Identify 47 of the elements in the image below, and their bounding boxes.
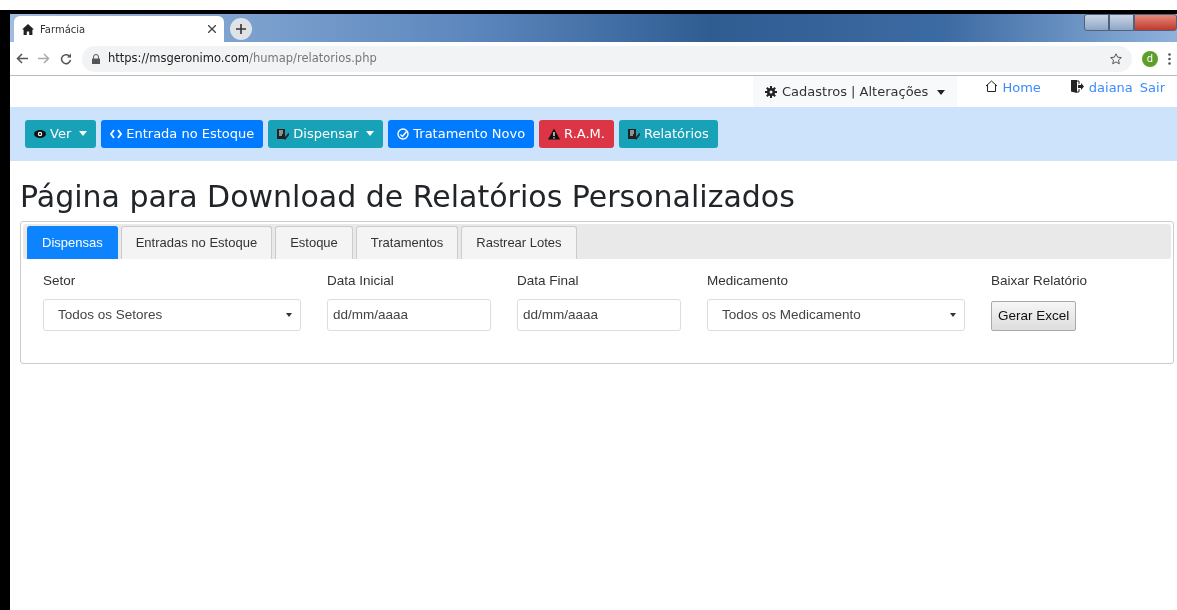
plus-icon (236, 24, 246, 34)
date-field[interactable]: dd/mm/aaaa (517, 298, 681, 331)
report-tab[interactable]: Estoque (275, 226, 353, 259)
gear-icon (765, 85, 778, 98)
caret-icon (950, 312, 956, 317)
checklist-icon (277, 128, 290, 140)
warning-icon (548, 128, 561, 140)
star-icon[interactable] (1110, 52, 1122, 65)
url-text: https://msgeronimo.com/humap/relatorios.php (108, 49, 377, 67)
toolbar-button[interactable]: R.A.M. (539, 119, 614, 149)
logout-icon (1070, 80, 1084, 93)
toolbar-button[interactable]: Entrada no Estoque (101, 119, 264, 149)
home-icon (22, 23, 34, 35)
back-icon[interactable] (16, 53, 28, 64)
field-label: Setor (43, 271, 77, 290)
browser-tab[interactable]: Farmácia (14, 16, 224, 42)
tab-title: Farmácia (40, 22, 86, 37)
maximize-button[interactable] (1109, 14, 1134, 31)
code-icon (110, 128, 123, 140)
select-field[interactable]: Todos os Setores (43, 298, 301, 331)
reload-icon[interactable] (60, 52, 72, 65)
close-icon[interactable] (208, 25, 216, 33)
excel-button[interactable]: Gerar Excel (991, 300, 1077, 331)
field-label: Baixar Relatório (991, 271, 1088, 290)
report-tab[interactable]: Entradas no Estoque (120, 226, 273, 259)
minimize-button[interactable] (1084, 14, 1109, 31)
checklist-icon (627, 128, 640, 140)
address-bar[interactable]: https://msgeronimo.com/humap/relatorios.php (82, 45, 1132, 72)
report-tab[interactable]: Rastrear Lotes (461, 226, 577, 259)
home-icon (985, 80, 999, 92)
caret-icon (286, 312, 292, 317)
menu-icon[interactable] (1168, 52, 1171, 65)
report-tab[interactable]: Tratamentos (355, 226, 459, 259)
page-title: Página para Download de Relatórios Personalizados (20, 179, 796, 215)
report-tab[interactable]: Dispensas (27, 226, 118, 259)
cadastros-menu[interactable]: Cadastros | Alterações (753, 76, 958, 107)
caret-icon (937, 89, 946, 95)
eye-icon (34, 128, 46, 140)
field-label: Data Final (517, 271, 580, 290)
new-tab-button[interactable] (230, 18, 252, 40)
toolbar-button[interactable]: Tratamento Novo (388, 119, 535, 149)
select-field[interactable]: Todos os Medicamento (707, 298, 965, 331)
lock-icon (92, 53, 100, 64)
field-label: Medicamento (707, 271, 790, 290)
user-link[interactable]: daiana (1088, 78, 1133, 98)
field-label: Data Inicial (327, 271, 395, 290)
date-field[interactable]: dd/mm/aaaa (327, 298, 491, 331)
